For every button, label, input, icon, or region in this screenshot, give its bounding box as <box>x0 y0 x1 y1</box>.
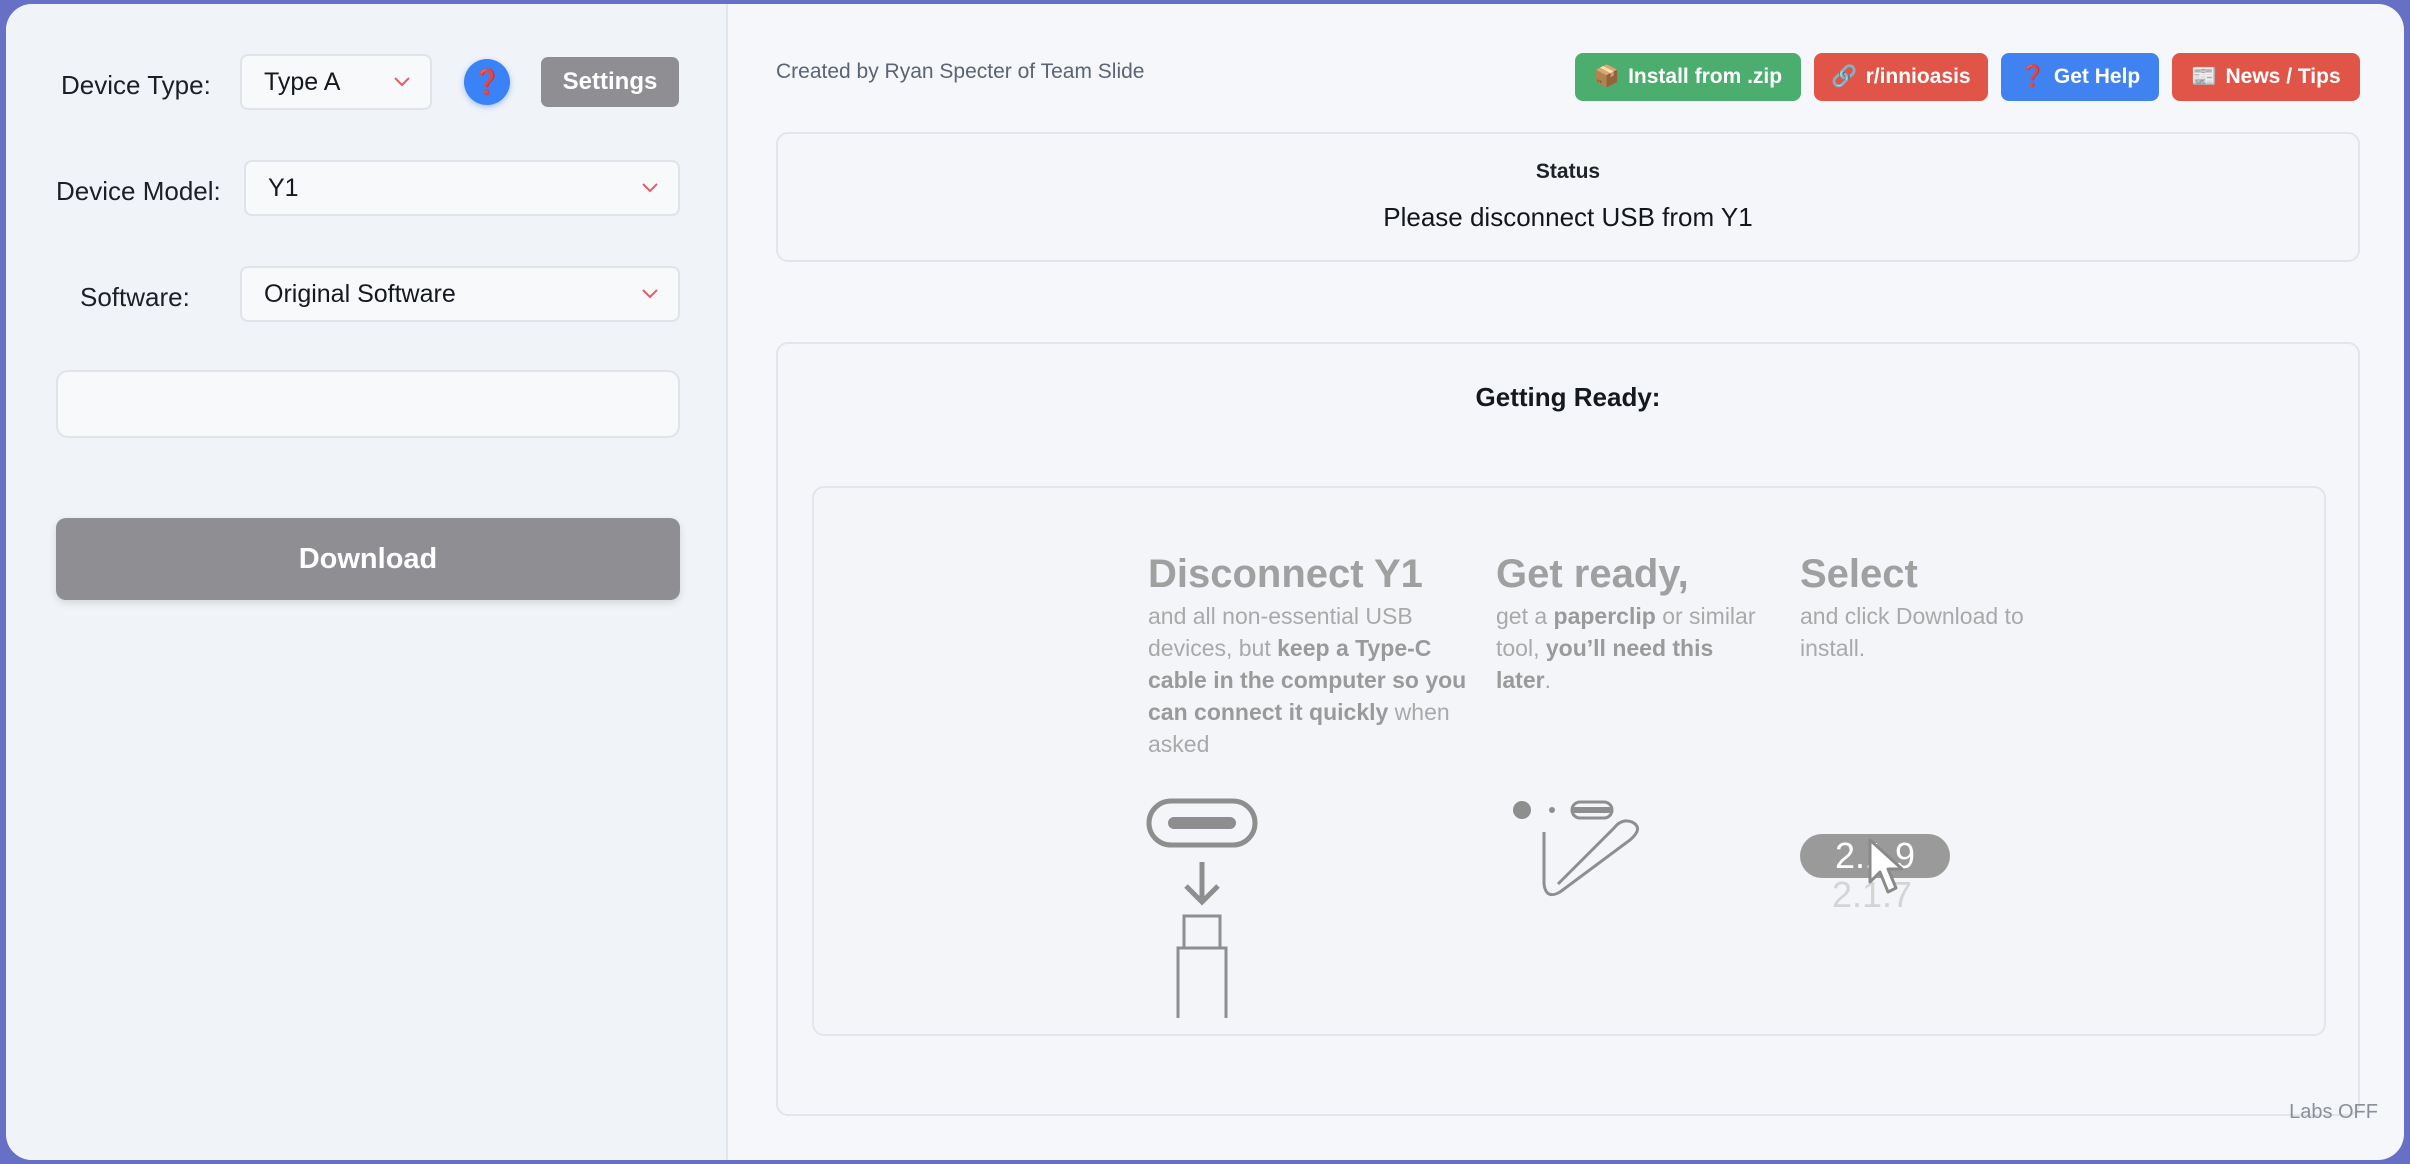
cursor-icon <box>1868 838 1904 894</box>
device-model-value: Y1 <box>268 173 299 202</box>
status-card: Status Please disconnect USB from Y1 <box>776 132 2360 262</box>
usb-c-cable-icon <box>1146 798 1258 1018</box>
question-icon: ❓ <box>472 68 502 96</box>
step-heading: Get ready, <box>1496 552 1689 596</box>
question-icon: ❓ <box>2019 65 2046 88</box>
install-from-zip-button[interactable]: 📦 Install from .zip <box>1575 53 1801 101</box>
software-row: Software: <box>80 282 190 313</box>
get-help-button[interactable]: ❓ Get Help <box>2001 53 2159 101</box>
device-model-select[interactable]: Y1 <box>244 160 680 216</box>
info-text-box[interactable] <box>56 370 680 438</box>
labs-status[interactable]: Labs OFF <box>2289 1101 2378 1124</box>
device-type-value: Type A <box>264 67 341 96</box>
settings-button[interactable]: Settings <box>541 57 679 107</box>
status-text: Please disconnect USB from Y1 <box>1383 202 1753 232</box>
news-tips-label: News / Tips <box>2225 65 2341 88</box>
credit-text: Created by Ryan Specter of Team Slide <box>776 60 1145 83</box>
innioasis-link-button[interactable]: 🔗 r/innioasis <box>1814 53 1988 101</box>
step-paperclip: Get ready, get a paperclip or similar to… <box>1496 552 1756 696</box>
chevron-down-icon <box>642 289 658 299</box>
help-button[interactable]: ❓ <box>464 59 510 105</box>
instructions-panel: Disconnect Y1 and all non-essential USB … <box>812 486 2326 1036</box>
step-heading: Disconnect Y1 <box>1148 552 1423 596</box>
step-text: and all non-essential USB devices, but k… <box>1148 603 1467 757</box>
step-heading: Select <box>1800 552 1918 596</box>
install-from-zip-label: Install from .zip <box>1628 65 1783 88</box>
chevron-down-icon <box>394 77 410 87</box>
device-type-select[interactable]: Type A <box>240 54 432 110</box>
download-button[interactable]: Download <box>56 518 680 600</box>
getting-ready-card: Getting Ready: Disconnect Y1 and all non… <box>776 342 2360 1116</box>
get-help-label: Get Help <box>2053 65 2141 88</box>
news-tips-button[interactable]: 📰 News / Tips <box>2172 53 2360 101</box>
software-label: Software: <box>80 282 190 312</box>
chevron-down-icon <box>642 183 658 193</box>
step-text: and click Download to install. <box>1800 603 2024 661</box>
getting-ready-title: Getting Ready: <box>1475 382 1661 412</box>
software-value: Original Software <box>264 279 456 308</box>
paperclip-icon <box>1513 800 1639 897</box>
newspaper-icon: 📰 <box>2191 65 2218 88</box>
software-select[interactable]: Original Software <box>240 266 680 322</box>
left-panel: Device Type: Type A ❓ Settings Device Mo… <box>6 4 728 1160</box>
device-type-label: Device Type: <box>61 70 211 100</box>
status-title: Status <box>1535 160 1601 183</box>
innioasis-link-label: r/innioasis <box>1865 65 1971 88</box>
link-icon: 🔗 <box>1831 65 1858 88</box>
app-window: Device Type: Type A ❓ Settings Device Mo… <box>6 4 2404 1160</box>
device-model-row: Device Model: <box>56 176 221 207</box>
device-model-label: Device Model: <box>56 176 221 206</box>
step-text: get a paperclip or similar tool, you’ll … <box>1496 603 1756 693</box>
package-icon: 📦 <box>1593 65 1621 88</box>
step-select: Select and click Download to install. <box>1800 552 2040 664</box>
step-disconnect: Disconnect Y1 and all non-essential USB … <box>1148 552 1478 760</box>
device-type-row: Device Type: <box>61 70 211 101</box>
